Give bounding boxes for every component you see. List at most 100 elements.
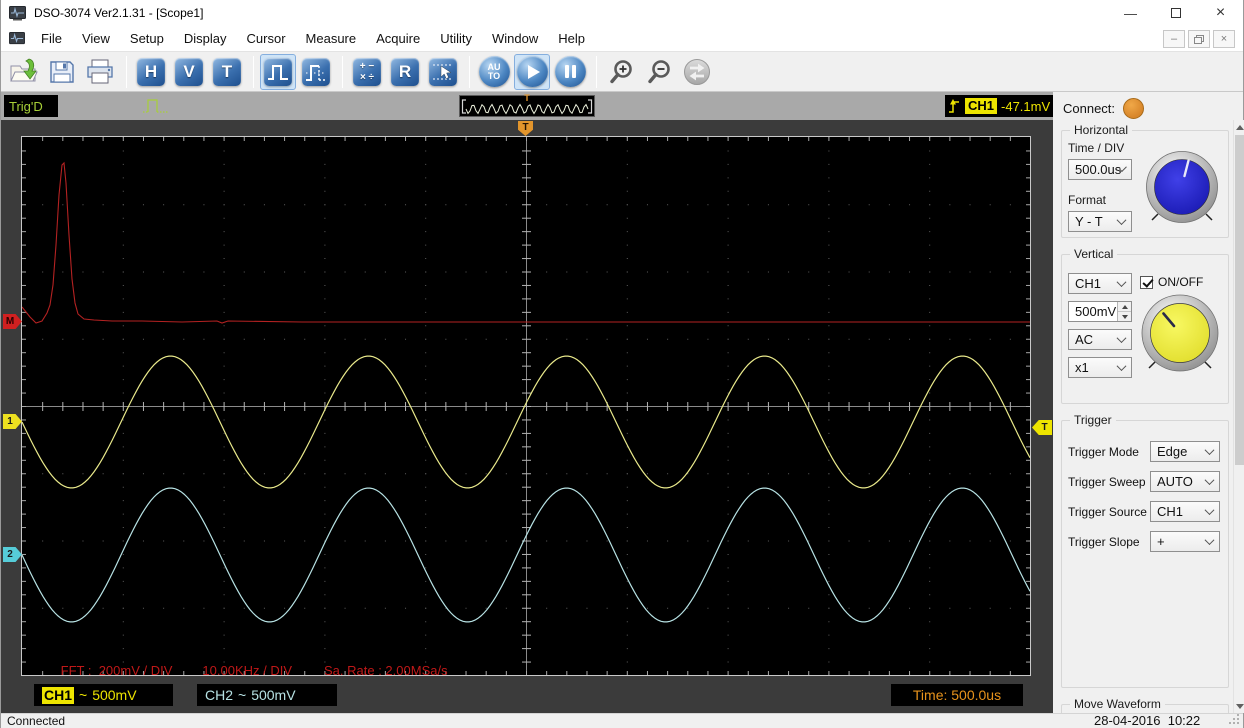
ch1-scale-label: CH1 ~ 500mV	[34, 684, 173, 706]
fft-freq-text: 10.00KHz / DIV	[202, 663, 293, 678]
menu-item-view[interactable]: View	[72, 26, 120, 52]
volt-scale-stepper[interactable]: 500mV	[1068, 301, 1132, 322]
connect-label: Connect:	[1063, 101, 1116, 116]
scroll-up-button[interactable]	[1234, 120, 1244, 134]
menu-item-help[interactable]: Help	[548, 26, 595, 52]
menu-item-acquire[interactable]: Acquire	[366, 26, 430, 52]
rising-edge-icon	[949, 99, 959, 113]
ch1-position-marker[interactable]: 1	[3, 414, 22, 429]
trigger-level-readout: CH1 -47.1mV	[945, 95, 1053, 117]
trigger-mode-select[interactable]: Edge	[1150, 441, 1220, 462]
ch2-position-marker[interactable]: 2	[3, 547, 22, 562]
graticule	[21, 137, 1031, 676]
open-file-button[interactable]	[6, 54, 42, 90]
close-button[interactable]: ×	[1198, 0, 1243, 26]
ch1-onoff-checkbox[interactable]: ON/OFF	[1140, 275, 1203, 289]
menu-item-setup[interactable]: Setup	[120, 26, 174, 52]
v-icon: V	[175, 57, 203, 86]
trigger-mode-value: Edge	[1157, 444, 1188, 459]
menu-item-utility[interactable]: Utility	[430, 26, 482, 52]
ch2-coupling-icon: ~	[238, 687, 247, 703]
time-div-label: Time / DIV	[1068, 141, 1125, 155]
zoom-in-button[interactable]	[603, 54, 639, 90]
pulse-measure-button[interactable]	[298, 54, 334, 90]
document-icon	[9, 31, 25, 45]
floppy-disk-icon	[50, 60, 74, 83]
probe-select[interactable]: x1	[1068, 357, 1132, 378]
pulse-trigger-button[interactable]	[260, 53, 296, 90]
onoff-label: ON/OFF	[1158, 275, 1204, 289]
scroll-down-button[interactable]	[1234, 699, 1244, 713]
horizontal-group: Horizontal Time / DIV 500.0us Format Y -…	[1061, 123, 1229, 238]
resize-grip[interactable]	[1237, 722, 1239, 724]
panel-scrollbar[interactable]	[1233, 120, 1244, 713]
coupling-select[interactable]: AC	[1068, 329, 1132, 350]
trigger-source-value: CH1	[1157, 504, 1184, 519]
fft-position-marker[interactable]: M	[3, 314, 22, 329]
zoom-out-button[interactable]	[641, 54, 677, 90]
trigger-status-badge: Trig'D	[4, 95, 58, 117]
time-div-value: 500.0us	[1075, 162, 1122, 177]
mdi-close-button[interactable]: ×	[1213, 30, 1235, 48]
pause-button[interactable]	[552, 54, 588, 90]
trigger-level-marker[interactable]: T	[1032, 420, 1052, 435]
trigger-legend: Trigger	[1070, 413, 1116, 427]
mdi-restore-button[interactable]	[1188, 30, 1210, 48]
scrollbar-thumb[interactable]	[1235, 135, 1244, 465]
maximize-button[interactable]	[1153, 0, 1198, 26]
r-icon: R	[391, 57, 419, 86]
menu-item-measure[interactable]: Measure	[296, 26, 367, 52]
window-title: DSO-3074 Ver2.1.31 - [Scope1]	[34, 6, 204, 20]
channel-value: CH1	[1075, 276, 1102, 291]
minimize-button[interactable]: —	[1108, 0, 1153, 26]
run-button[interactable]	[514, 53, 550, 90]
print-button[interactable]	[82, 54, 118, 90]
connection-status-text: Connected	[7, 714, 66, 728]
stepper-buttons[interactable]	[1117, 302, 1131, 321]
horizontal-menu-button[interactable]: H	[133, 54, 169, 90]
connect-status-icon	[1123, 98, 1145, 119]
time-base-label: Time: 500.0us	[891, 684, 1023, 706]
channel-select[interactable]: CH1	[1068, 273, 1132, 294]
cursor-measure-button[interactable]	[425, 54, 461, 90]
save-button[interactable]	[44, 54, 80, 90]
auto-icon: AU TO	[487, 61, 501, 81]
step-down-button[interactable]	[1118, 311, 1131, 321]
menu-item-file[interactable]: File	[31, 26, 72, 52]
math-button[interactable]: + − × ÷	[349, 54, 385, 90]
volts-div-knob[interactable]	[1138, 291, 1222, 375]
mdi-minimize-button[interactable]: –	[1163, 30, 1185, 48]
step-up-button[interactable]	[1118, 302, 1131, 311]
menu-item-window[interactable]: Window	[482, 26, 548, 52]
waveform-preview[interactable]: T	[459, 94, 595, 117]
time-div-select[interactable]: 500.0us	[1068, 159, 1132, 180]
chevron-down-icon	[1204, 505, 1215, 516]
time-base-knob[interactable]	[1144, 149, 1220, 225]
volt-scale-value: 500mV	[1075, 304, 1117, 319]
status-bar: Connected 28-04-2016 10:22	[1, 713, 1243, 728]
trigger-source-select[interactable]: CH1	[1150, 501, 1220, 522]
reference-button[interactable]: R	[387, 54, 423, 90]
auto-setup-button[interactable]: AU TO	[476, 54, 512, 90]
trigger-slope-label: Trigger Slope	[1068, 535, 1140, 549]
trigger-sweep-select[interactable]: AUTO	[1150, 471, 1220, 492]
maximize-icon	[1170, 8, 1181, 18]
trigger-slope-select[interactable]: +	[1150, 531, 1220, 552]
pulse-indicator-icon	[143, 99, 168, 113]
ch2-scale-label: CH2 ~ 500mV	[197, 684, 337, 706]
chevron-down-icon	[1116, 277, 1127, 288]
menu-item-display[interactable]: Display	[174, 26, 237, 52]
trigger-group: Trigger Trigger Mode Edge Trigger Sweep …	[1061, 413, 1229, 688]
triangle-up-icon	[1121, 304, 1128, 309]
trigger-time-marker[interactable]: T	[518, 121, 533, 136]
preview-trigger-marker[interactable]: T	[524, 94, 530, 103]
menu-item-cursor[interactable]: Cursor	[237, 26, 296, 52]
t-icon: T	[213, 57, 241, 86]
trigger-menu-button[interactable]: T	[209, 54, 245, 90]
chevron-down-icon	[1204, 535, 1215, 546]
sample-rate-text: Sa. Rate : 2.00MSa/s	[324, 663, 448, 678]
vertical-menu-button[interactable]: V	[171, 54, 207, 90]
format-select[interactable]: Y - T	[1068, 211, 1132, 232]
triangle-down-icon	[1236, 703, 1244, 709]
triangle-down-icon	[1121, 314, 1128, 319]
